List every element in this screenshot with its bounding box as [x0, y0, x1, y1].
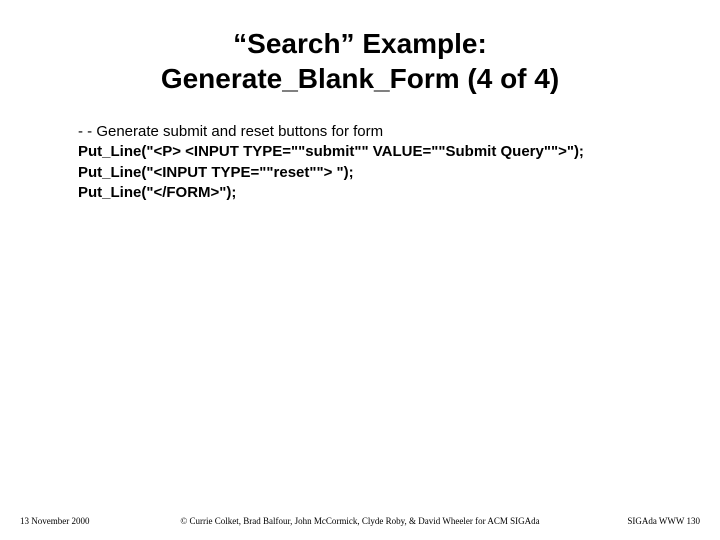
code-comment: - - Generate submit and reset buttons fo…	[78, 122, 660, 142]
footer-credit: © Currie Colket, Brad Balfour, John McCo…	[0, 516, 720, 526]
footer: © Currie Colket, Brad Balfour, John McCo…	[0, 514, 720, 526]
code-line-1: Put_Line("<P> <INPUT TYPE=""submit"" VAL…	[78, 142, 660, 162]
slide: “Search” Example: Generate_Blank_Form (4…	[0, 0, 720, 540]
title-line-1: “Search” Example:	[233, 28, 487, 59]
title-line-2: Generate_Blank_Form (4 of 4)	[161, 63, 559, 94]
slide-title: “Search” Example: Generate_Blank_Form (4…	[40, 26, 680, 96]
code-block: - - Generate submit and reset buttons fo…	[78, 122, 660, 203]
code-line-2: Put_Line("<INPUT TYPE=""reset""> ");	[78, 163, 660, 183]
code-line-3: Put_Line("</FORM>");	[78, 183, 660, 203]
